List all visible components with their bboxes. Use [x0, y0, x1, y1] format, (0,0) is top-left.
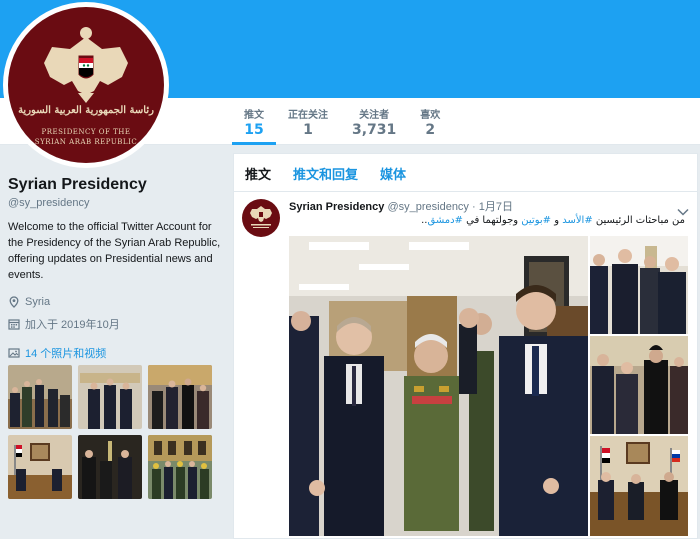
tweet-photo-side-3[interactable]	[590, 436, 688, 536]
tweet-avatar[interactable]	[242, 199, 280, 237]
hashtag-assad[interactable]: #الأسد	[562, 215, 593, 226]
profile-card: Syrian Presidency @sy_presidency Welcome…	[8, 176, 223, 332]
eagle-emblem-icon	[250, 206, 272, 228]
profile-location: Syria	[8, 296, 223, 308]
stat-value: 1	[303, 122, 313, 138]
profile-name[interactable]: Syrian Presidency	[8, 176, 223, 194]
tweet-photo-main[interactable]	[289, 236, 588, 536]
seal-line-2: SYRIAN ARAB REPUBLIC	[34, 138, 138, 146]
calendar-icon	[8, 319, 20, 330]
stat-label: 喜欢	[420, 110, 441, 121]
tweet-photo-side-1[interactable]	[590, 236, 688, 334]
profile-bio: Welcome to the official Twitter Account …	[8, 221, 221, 281]
stat-label: 推文	[244, 110, 264, 121]
location-pin-icon	[9, 296, 19, 308]
tweet-photo-side-2[interactable]	[590, 336, 688, 434]
profile-handle[interactable]: @sy_presidency	[8, 197, 223, 209]
timeline-panel: 推文 推文和回复 媒体 Syrian Presidency @sy_presid…	[233, 153, 698, 539]
stat-label: 正在关注	[288, 110, 328, 121]
location-text: Syria	[25, 296, 51, 308]
profile-avatar[interactable]: رئاسة الجمهورية العربية السورية PRESIDEN…	[8, 7, 164, 163]
hashtag-damascus[interactable]: #دمشق	[427, 215, 462, 226]
stat-tweets[interactable]: 推文 15	[232, 98, 276, 145]
tab-tweets-and-replies[interactable]: 推文和回复	[282, 154, 369, 191]
stat-followers[interactable]: 关注者 3,731	[340, 98, 408, 145]
joined-text: 加入于 2019年10月	[25, 319, 120, 331]
media-thumbnail[interactable]	[78, 365, 142, 429]
stat-likes[interactable]: 喜欢 2	[408, 98, 452, 145]
photos-link-text: 14 个照片和视频	[25, 348, 107, 360]
tweet-text-segment: و	[551, 215, 563, 226]
tab-media[interactable]: 媒体	[369, 154, 417, 191]
tweet-text-segment: وجولتهما في	[462, 215, 522, 226]
tweet-text-segment: من مباحثات الرئيسين	[592, 215, 685, 226]
seal-line-1: PRESIDENCY OF THE	[41, 128, 131, 136]
hashtag-putin[interactable]: #بوتين	[521, 215, 551, 226]
tab-tweets[interactable]: 推文	[234, 154, 282, 191]
photo-icon	[8, 348, 20, 358]
media-thumbnail[interactable]	[8, 365, 72, 429]
tweet-text: من مباحثات الرئيسين #الأسد و #بوتين وجول…	[421, 215, 685, 226]
profile-joined: 加入于 2019年10月	[8, 316, 223, 332]
media-thumbnail[interactable]	[78, 435, 142, 499]
stat-value: 15	[244, 122, 264, 138]
tweet-author-name[interactable]: Syrian Presidency	[289, 201, 384, 213]
tweet-date[interactable]: 1月7日	[479, 201, 513, 213]
media-thumbnail[interactable]	[148, 365, 212, 429]
stat-label: 关注者	[359, 110, 390, 121]
timeline-tabs: 推文 推文和回复 媒体	[234, 154, 697, 192]
stat-following[interactable]: 正在关注 1	[276, 98, 340, 145]
tweet-separator: ·	[472, 201, 476, 213]
media-thumbnail[interactable]	[148, 435, 212, 499]
stat-value: 3,731	[352, 122, 397, 138]
stat-value: 2	[425, 122, 436, 138]
seal-arabic-text: رئاسة الجمهورية العربية السورية	[18, 105, 154, 116]
photos-and-videos-link[interactable]: 14 个照片和视频	[8, 345, 106, 361]
tweet-header: Syrian Presidency @sy_presidency · 1月7日	[289, 198, 513, 214]
media-thumbnail[interactable]	[8, 435, 72, 499]
tweet-author-handle[interactable]: @sy_presidency	[387, 201, 468, 213]
profile-stats: 推文 15 正在关注 1 关注者 3,731 喜欢 2	[232, 98, 452, 145]
